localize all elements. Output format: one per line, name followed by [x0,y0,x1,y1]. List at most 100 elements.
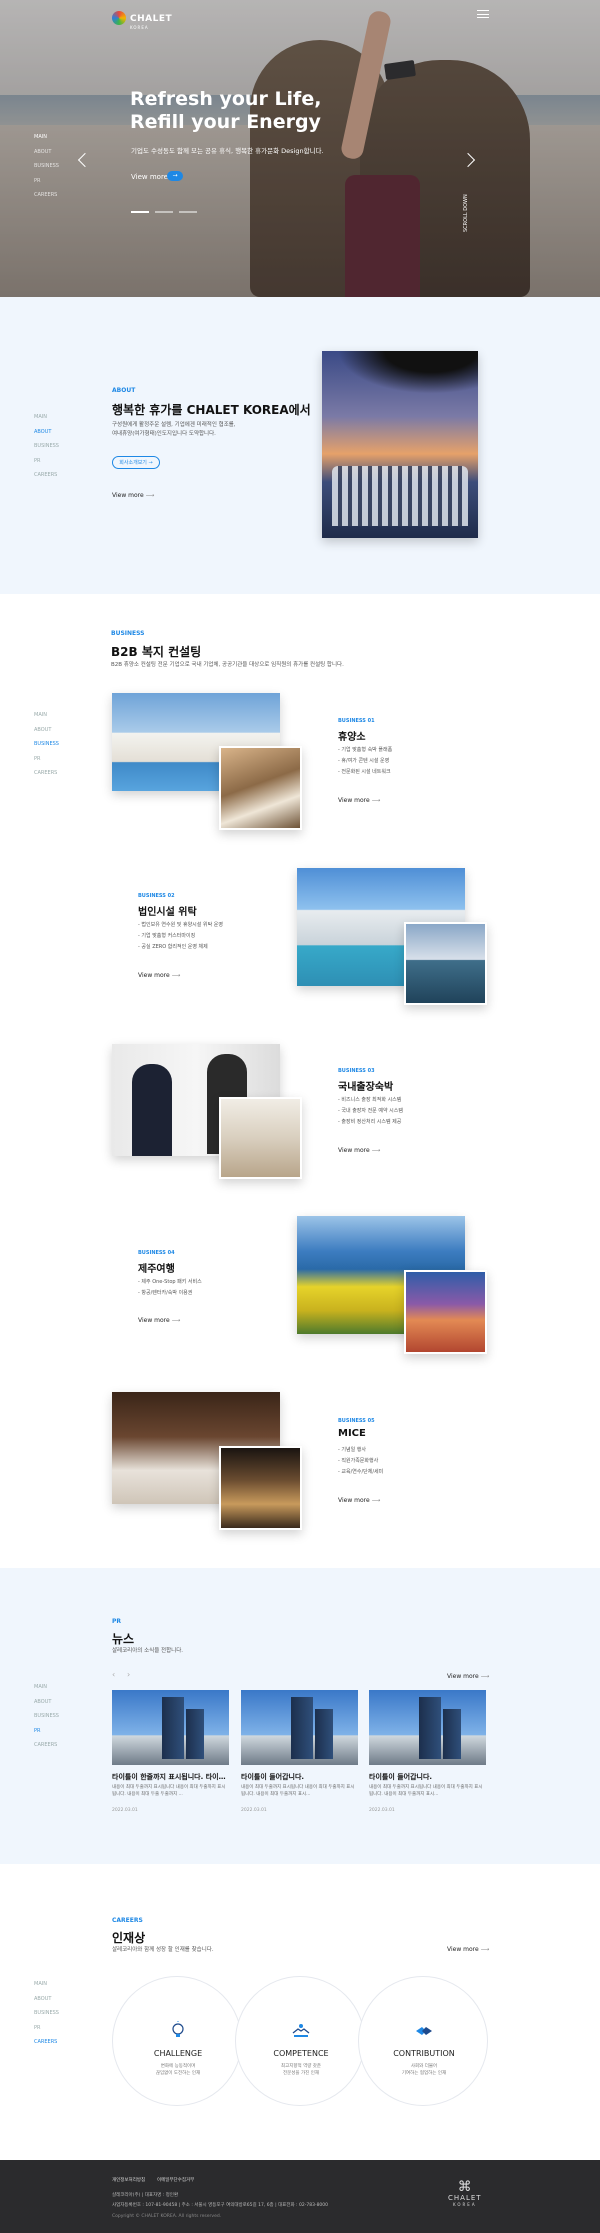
side-nav-about[interactable]: ABOUT [34,1992,59,2007]
hero-pager-dot-3[interactable] [179,211,197,213]
handshake-icon [292,2024,310,2037]
hero-title-line-1: Refresh your Life, [130,88,322,110]
side-nav-pr[interactable]: PR [34,2021,59,2036]
side-nav-careers[interactable]: CAREERS [34,468,59,483]
business-3-title: 국내출장숙박 [338,1082,394,1093]
hero-pager [131,211,197,213]
news-card-2-image [241,1690,358,1765]
business-2-label: BUSINESS 02 [138,893,175,899]
value-competence-desc-2: 전문성을 가진 인재 [283,2071,319,2076]
careers-label: CAREERS [112,1917,143,1924]
site-logo[interactable]: CHALET KOREA [112,6,172,30]
hero-view-more-button[interactable]: → [167,171,183,181]
business-3-item: 출장비 정산처리 시스템 제공 [338,1117,403,1128]
business-1-item: 휴/여가 콘텐 시설 운영 [338,756,392,767]
side-nav-business[interactable]: BUSINESS [34,439,59,454]
business-4-view-more-link[interactable]: View more [138,1317,180,1324]
news-card-3-desc: 내용이 최대 두줄까지 표시됩니다 내용이 최대 두줄까지 표시됩니다. 내용이… [369,1785,483,1797]
business-2-photo-sub [404,922,487,1005]
news-next-icon[interactable]: › [127,1670,130,1679]
business-3-view-more-link[interactable]: View more [338,1147,380,1154]
side-nav-pr[interactable]: PR [34,752,59,767]
careers-view-more-link[interactable]: View more [447,1946,489,1953]
news-card-1-date: 2022.03.01 [112,1808,138,1813]
value-challenge-desc-1: 변화에 능동적이며 [160,2064,196,2069]
business-1-photo-sub [219,746,302,830]
side-nav-main[interactable]: MAIN [34,1977,59,1992]
news-card-2[interactable]: 타이틀이 들어갑니다. 내용이 최대 두줄까지 표시됩니다 내용이 최대 두줄까… [241,1690,358,1825]
side-nav-main[interactable]: MAIN [34,130,59,145]
value-contribution-desc-2: 기여하는 협업하는 인재 [401,2071,447,2076]
business-2-item: 기업 맞춤형 커스터마이징 [138,931,223,942]
side-nav-business[interactable]: BUSINESS [34,2006,59,2021]
hero-title: Refresh your Life, Refill your Energy [130,88,390,134]
hero-side-nav: MAIN ABOUT BUSINESS PR CAREERS [34,130,59,203]
side-nav-business[interactable]: BUSINESS [34,159,59,174]
value-competence-desc-1: 최고지향적 역량 갖춘 [280,2064,322,2069]
about-desc-2: 여내휴양(여가형태)인도지입니다 도약합니다. [112,431,216,437]
news-card-1[interactable]: 타이틀이 한줄까지 표시됩니다. 타이틀... 내용이 최대 두줄까지 표시됩니… [112,1690,229,1825]
side-nav-business[interactable]: BUSINESS [34,1709,59,1724]
side-nav-main[interactable]: MAIN [34,410,59,425]
side-nav-pr[interactable]: PR [34,454,59,469]
value-contribution-desc-1: 사회와 더불어 [410,2064,438,2069]
side-nav-careers[interactable]: CAREERS [34,188,59,203]
footer-email-link[interactable]: 이메일무단수집거부 [157,2177,194,2183]
news-card-2-title: 타이틀이 들어갑니다. [241,1773,305,1781]
hamburger-menu-icon[interactable] [477,10,489,18]
about-company-button[interactable]: 회사소개보기 → [112,456,160,469]
side-nav-careers[interactable]: CAREERS [34,1738,59,1753]
side-nav-about[interactable]: ABOUT [34,145,59,160]
pr-view-more-link[interactable]: View more [447,1673,489,1680]
site-footer: 개인정보처리방침 이메일무단수집거부 샬레코리아(주) | 대표자명 : 정인환… [0,2160,600,2233]
about-view-more-link[interactable]: View more [112,492,154,499]
business-2-list: 법인보유 연수원 및 휴양시설 위탁 운영 기업 맞춤형 커스터마이징 공실 Z… [138,920,223,953]
side-nav-main[interactable]: MAIN [34,1680,59,1695]
news-card-3[interactable]: 타이틀이 들어갑니다. 내용이 최대 두줄까지 표시됩니다 내용이 최대 두줄까… [369,1690,486,1825]
footer-logo-subtext: KOREA [452,2202,477,2207]
side-nav-careers[interactable]: CAREERS [34,2035,59,2050]
side-nav-business[interactable]: BUSINESS [34,737,59,752]
side-nav-about[interactable]: ABOUT [34,1695,59,1710]
hands-icon [416,2027,432,2035]
business-4-item: 제주 One-Stop 패키 서비스 [138,1277,201,1288]
business-4-photo-sub [404,1270,487,1354]
value-contribution-desc: 사회와 더불어 기여하는 협업하는 인재 [359,2063,489,2077]
value-challenge-desc-2: 끊임없이 도전하는 인재 [155,2071,201,2076]
side-nav-careers[interactable]: CAREERS [34,766,59,781]
business-desc: B2B 휴양소 컨설팅 전문 기업으로 국내 기업체, 공공기관을 대상으로 임… [111,662,344,668]
news-card-1-desc: 내용이 최대 두줄까지 표시됩니다 내용이 최대 두줄까지 표시됩니다. 내용이… [112,1785,226,1797]
side-nav-about[interactable]: ABOUT [34,723,59,738]
business-title: B2B 복지 컨설팅 [111,645,202,659]
hero-view-more-link[interactable]: View more [131,173,168,181]
pr-desc: 샬레코리아의 소식을 전합니다. [112,1648,184,1654]
business-4-title: 제주여행 [138,1264,175,1275]
hero-pager-dot-1[interactable] [131,211,149,213]
footer-logo[interactable]: ⌘ CHALET KOREA [448,2180,482,2207]
logo-subtext: KOREA [130,25,149,30]
business-2-view-more-link[interactable]: View more [138,972,180,979]
side-nav-pr[interactable]: PR [34,1724,59,1739]
news-prev-icon[interactable]: ‹ [112,1670,115,1679]
business-4-list: 제주 One-Stop 패키 서비스 항공/렌터카/숙박 이용권 [138,1277,202,1299]
news-card-2-date: 2022.03.01 [241,1808,267,1813]
business-5-view-more-link[interactable]: View more [338,1497,380,1504]
hero-subtitle: 기업도 수성동도 함께 모는 공유 휴식, 행복한 휴가문화 Design합니다… [131,147,324,155]
side-nav-about[interactable]: ABOUT [34,425,59,440]
business-1-item: 전문화된 시설 네트워크 [338,767,392,778]
business-5-photo-sub [219,1446,302,1530]
side-nav-pr[interactable]: PR [34,174,59,189]
business-5-item: 기념일 행사 [338,1445,383,1456]
careers-title: 인재상 [112,1931,146,1945]
business-1-view-more-link[interactable]: View more [338,797,380,804]
news-card-3-title: 타이틀이 들어갑니다. [369,1773,433,1781]
footer-privacy-link[interactable]: 개인정보처리방침 [112,2177,145,2183]
business-3-label: BUSINESS 03 [338,1068,375,1074]
value-challenge-title: CHALLENGE [153,2049,203,2058]
side-nav-main[interactable]: MAIN [34,708,59,723]
logo-mark-icon [112,11,126,25]
business-4-item: 항공/렌터카/숙박 이용권 [138,1288,202,1299]
hero-pager-dot-2[interactable] [155,211,173,213]
about-desc-1: 구성원에게 활정주운 설렘, 기업에겐 미래적인 협조를, [112,422,236,428]
business-3-photo-sub [219,1097,302,1179]
